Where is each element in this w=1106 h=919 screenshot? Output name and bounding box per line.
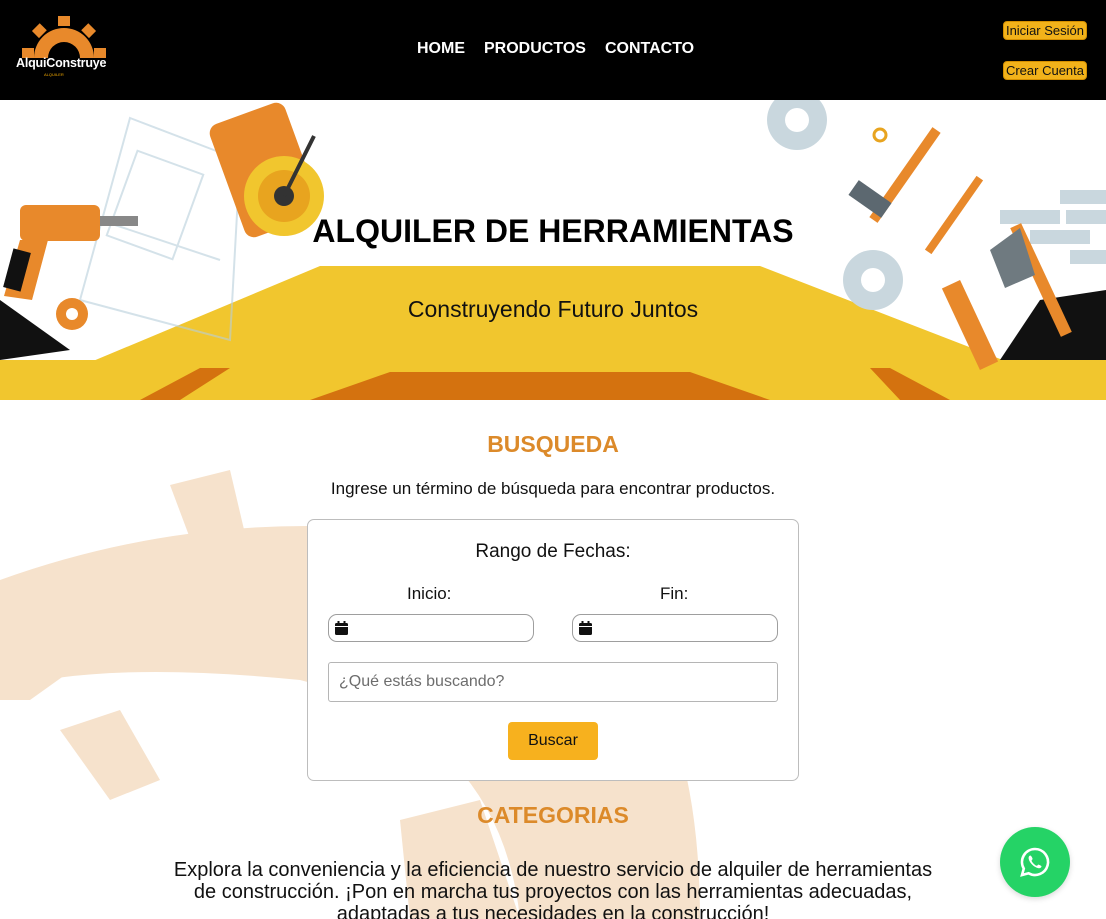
- nav-home[interactable]: HOME: [417, 40, 465, 58]
- start-date-input[interactable]: [328, 614, 534, 642]
- nav-productos[interactable]: PRODUCTOS: [484, 40, 586, 58]
- main-nav: HOME PRODUCTOS CONTACTO: [417, 40, 694, 58]
- search-description: Ingrese un término de búsqueda para enco…: [330, 479, 776, 498]
- search-form-card: Rango de Fechas: Inicio: Fin: Buscar: [307, 519, 799, 781]
- whatsapp-button[interactable]: [1000, 827, 1070, 897]
- categories-section-title: CATEGORIAS: [477, 802, 629, 828]
- brand-logo[interactable]: AlquiConstruye ALQUILER: [14, 14, 114, 80]
- start-date-label: Inicio:: [407, 584, 452, 603]
- end-date-input[interactable]: [572, 614, 778, 642]
- logo-tagline: ALQUILER: [44, 72, 64, 77]
- calendar-icon[interactable]: [579, 621, 592, 635]
- gear-logo-icon: [22, 16, 106, 58]
- search-input[interactable]: [328, 662, 778, 702]
- logo-text: AlquiConstruye: [16, 56, 107, 70]
- whatsapp-icon: [1020, 847, 1050, 877]
- search-button[interactable]: Buscar: [508, 722, 598, 760]
- site-header: AlquiConstruye ALQUILER HOME PRODUCTOS C…: [0, 0, 1106, 100]
- register-button[interactable]: Crear Cuenta: [1002, 61, 1087, 80]
- hero-title: ALQUILER DE HERRAMIENTAS: [312, 213, 794, 249]
- search-section-title: BUSQUEDA: [487, 431, 619, 457]
- calendar-icon[interactable]: [335, 621, 348, 635]
- login-button[interactable]: Iniciar Sesión: [1002, 21, 1087, 40]
- nav-contacto[interactable]: CONTACTO: [605, 40, 694, 58]
- categories-description: Explora la conveniencia y la eficiencia …: [173, 859, 933, 919]
- date-range-label: Rango de Fechas:: [475, 541, 631, 562]
- hero-subtitle: Construyendo Futuro Juntos: [407, 296, 699, 322]
- end-date-label: Fin:: [660, 584, 689, 603]
- hero-background-illustration: [0, 100, 1106, 400]
- hero-banner: ALQUILER DE HERRAMIENTAS Construyendo Fu…: [0, 100, 1106, 400]
